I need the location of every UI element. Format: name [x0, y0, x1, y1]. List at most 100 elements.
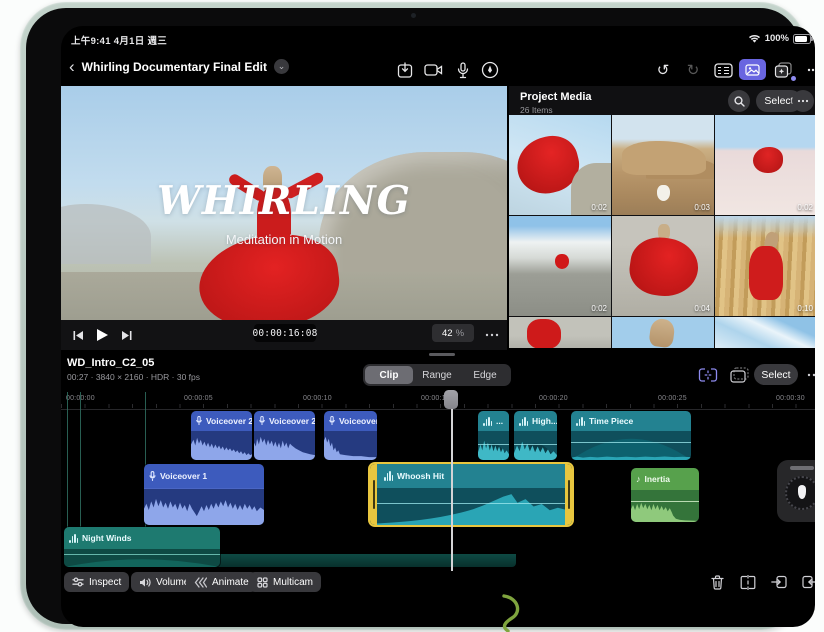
edit-mode-segmented-control: Clip Range Edge: [363, 364, 511, 386]
timeline-clip-name: WD_Intro_C2_05: [67, 357, 155, 369]
inspect-button[interactable]: Inspect: [64, 572, 130, 592]
clip-duration: 0:02: [797, 203, 813, 212]
skip-forward-icon[interactable]: [121, 330, 132, 341]
trim-handle-left[interactable]: [370, 464, 377, 525]
video-overlay-subtitle: Meditation in Motion: [225, 232, 343, 247]
mode-edge[interactable]: Edge: [461, 366, 509, 384]
viewer-transport-bar: 00:00:16:08 42 %: [61, 320, 507, 350]
mode-clip[interactable]: Clip: [365, 366, 413, 384]
status-right-cluster: 100%: [748, 33, 813, 44]
media-thumbnail[interactable]: 0:03: [612, 115, 714, 215]
clip-label: Night Winds: [82, 533, 132, 543]
trim-handle-right[interactable]: [565, 464, 572, 525]
media-thumbnail[interactable]: 0:02: [715, 115, 815, 215]
clip-label: Voiceover 3: [339, 416, 377, 426]
search-icon[interactable]: [728, 90, 750, 112]
timeline-clip-voiceover3[interactable]: Voiceover 3: [324, 411, 377, 460]
effects-icon[interactable]: [771, 59, 796, 81]
mode-range[interactable]: Range: [413, 366, 461, 384]
media-thumbnail[interactable]: [715, 317, 815, 348]
timeline-clip-night-winds[interactable]: Night Winds: [64, 527, 220, 567]
status-time-date: 上午9:41 4月1日 週三: [71, 36, 168, 47]
project-media-title: Project Media: [520, 91, 592, 103]
overwrite-clip-icon[interactable]: [799, 571, 815, 593]
media-thumbnail[interactable]: [612, 317, 714, 348]
timeline-clip-voiceover1[interactable]: Voiceover 1: [144, 464, 264, 525]
camera-icon[interactable]: [421, 59, 445, 81]
browser-panel-icon[interactable]: [711, 59, 735, 81]
multicam-label: Multicam: [273, 576, 314, 588]
clip-label: Voiceover 1: [160, 471, 208, 481]
media-thumbnail[interactable]: 0:10: [715, 216, 815, 316]
ruler-label: 00:00:25: [658, 395, 687, 402]
wifi-icon: [748, 34, 760, 43]
timeline-clip-voiceover2[interactable]: Voiceover 2: [191, 411, 252, 460]
overlay-stack-icon[interactable]: [728, 365, 750, 385]
timeline-ruler[interactable]: 00:00:00 00:00:05 00:00:10 00:00:15 00:0…: [61, 392, 815, 410]
jog-wheel[interactable]: [777, 460, 815, 522]
clip-label: Whoosh Hit: [397, 471, 445, 481]
project-title: Whirling Documentary Final Edit: [81, 59, 268, 74]
timeline-clip-voiceover2[interactable]: Voiceover 2: [254, 411, 315, 460]
jog-dial[interactable]: [785, 476, 815, 510]
battery-icon: [793, 33, 813, 44]
timeline-clip-meta: 00:27 · 3840 × 2160 · HDR · 30 fps: [67, 372, 201, 382]
import-icon[interactable]: [393, 59, 417, 81]
timeline-clip-time-piece[interactable]: Time Piece: [571, 411, 691, 460]
jog-pointer: [798, 485, 806, 499]
zoom-value: 42: [441, 327, 453, 339]
animate-label: Animate: [212, 576, 249, 588]
clip-duration: 0:02: [591, 304, 607, 313]
skip-back-icon[interactable]: [73, 330, 84, 341]
clip-label: Voiceover 2: [269, 416, 315, 426]
clip-duration: 0:10: [797, 304, 813, 313]
timeline-clip-sfx[interactable]: ...: [478, 411, 509, 460]
split-blade-icon[interactable]: [737, 571, 759, 593]
insert-clip-icon[interactable]: [768, 571, 790, 593]
animate-button[interactable]: Animate: [186, 572, 257, 592]
media-thumbnail[interactable]: 0:04: [612, 216, 714, 316]
delete-icon[interactable]: [706, 571, 728, 593]
microphone-icon[interactable]: [451, 59, 475, 81]
media-more-icon[interactable]: [792, 90, 814, 112]
timeline-clip-high[interactable]: High...: [514, 411, 557, 460]
timecode-display[interactable]: 00:00:16:08: [252, 324, 317, 342]
viewer-photos-icon[interactable]: [739, 59, 766, 80]
viewer-zoom-control[interactable]: 42 %: [432, 324, 474, 342]
clip-duration: 0:03: [694, 203, 710, 212]
connect-clip-icon[interactable]: [697, 365, 719, 385]
back-chevron-icon[interactable]: ‹: [69, 58, 75, 75]
page: 上午9:41 4月1日 週三 100% ‹ Whirling Documenta…: [0, 0, 824, 632]
clip-duration: 0:02: [591, 203, 607, 212]
timeline-select-button[interactable]: Select: [754, 364, 798, 385]
volume-label: Volume: [156, 576, 190, 588]
ipad-bezel: 上午9:41 4月1日 週三 100% ‹ Whirling Documenta…: [26, 8, 815, 627]
ruler-label: 00:00:20: [539, 395, 568, 402]
panel-drag-handle[interactable]: [429, 353, 455, 356]
playhead-handle[interactable]: [444, 390, 458, 409]
title-chevron-down-icon[interactable]: ⌄: [274, 59, 290, 74]
clip-label: Voiceover 2: [206, 416, 252, 426]
clip-duration: 0:04: [694, 304, 710, 313]
viewer-more-icon[interactable]: [485, 330, 499, 341]
media-thumbnail[interactable]: 0:02: [509, 216, 611, 316]
media-thumbnail[interactable]: [509, 317, 611, 348]
timeline-clip-whoosh-hit-selected[interactable]: Whoosh Hit: [370, 464, 572, 525]
title-row: ‹ Whirling Documentary Final Edit ⌄: [69, 58, 290, 75]
inspect-label: Inspect: [89, 576, 122, 588]
play-button[interactable]: [96, 328, 109, 342]
media-thumbnail[interactable]: 0:02: [509, 115, 611, 215]
timeline-clip-inertia[interactable]: ♪ Inertia: [631, 468, 699, 522]
redo-icon[interactable]: ↻: [681, 59, 705, 81]
more-icon[interactable]: [801, 59, 815, 81]
clip-label: Inertia: [644, 474, 671, 484]
timeline-more-icon[interactable]: [803, 365, 815, 385]
undo-icon[interactable]: ↺: [651, 59, 675, 81]
viewer-canvas[interactable]: WHIRLING Meditation in Motion: [61, 86, 507, 320]
clip-label: ...: [496, 416, 504, 426]
pencil-tools-icon[interactable]: [478, 59, 502, 81]
playhead-line: [451, 392, 453, 571]
jog-handle-bar[interactable]: [790, 466, 814, 470]
clip-label: High...: [532, 416, 557, 426]
multicam-button[interactable]: Multicam: [249, 572, 322, 592]
